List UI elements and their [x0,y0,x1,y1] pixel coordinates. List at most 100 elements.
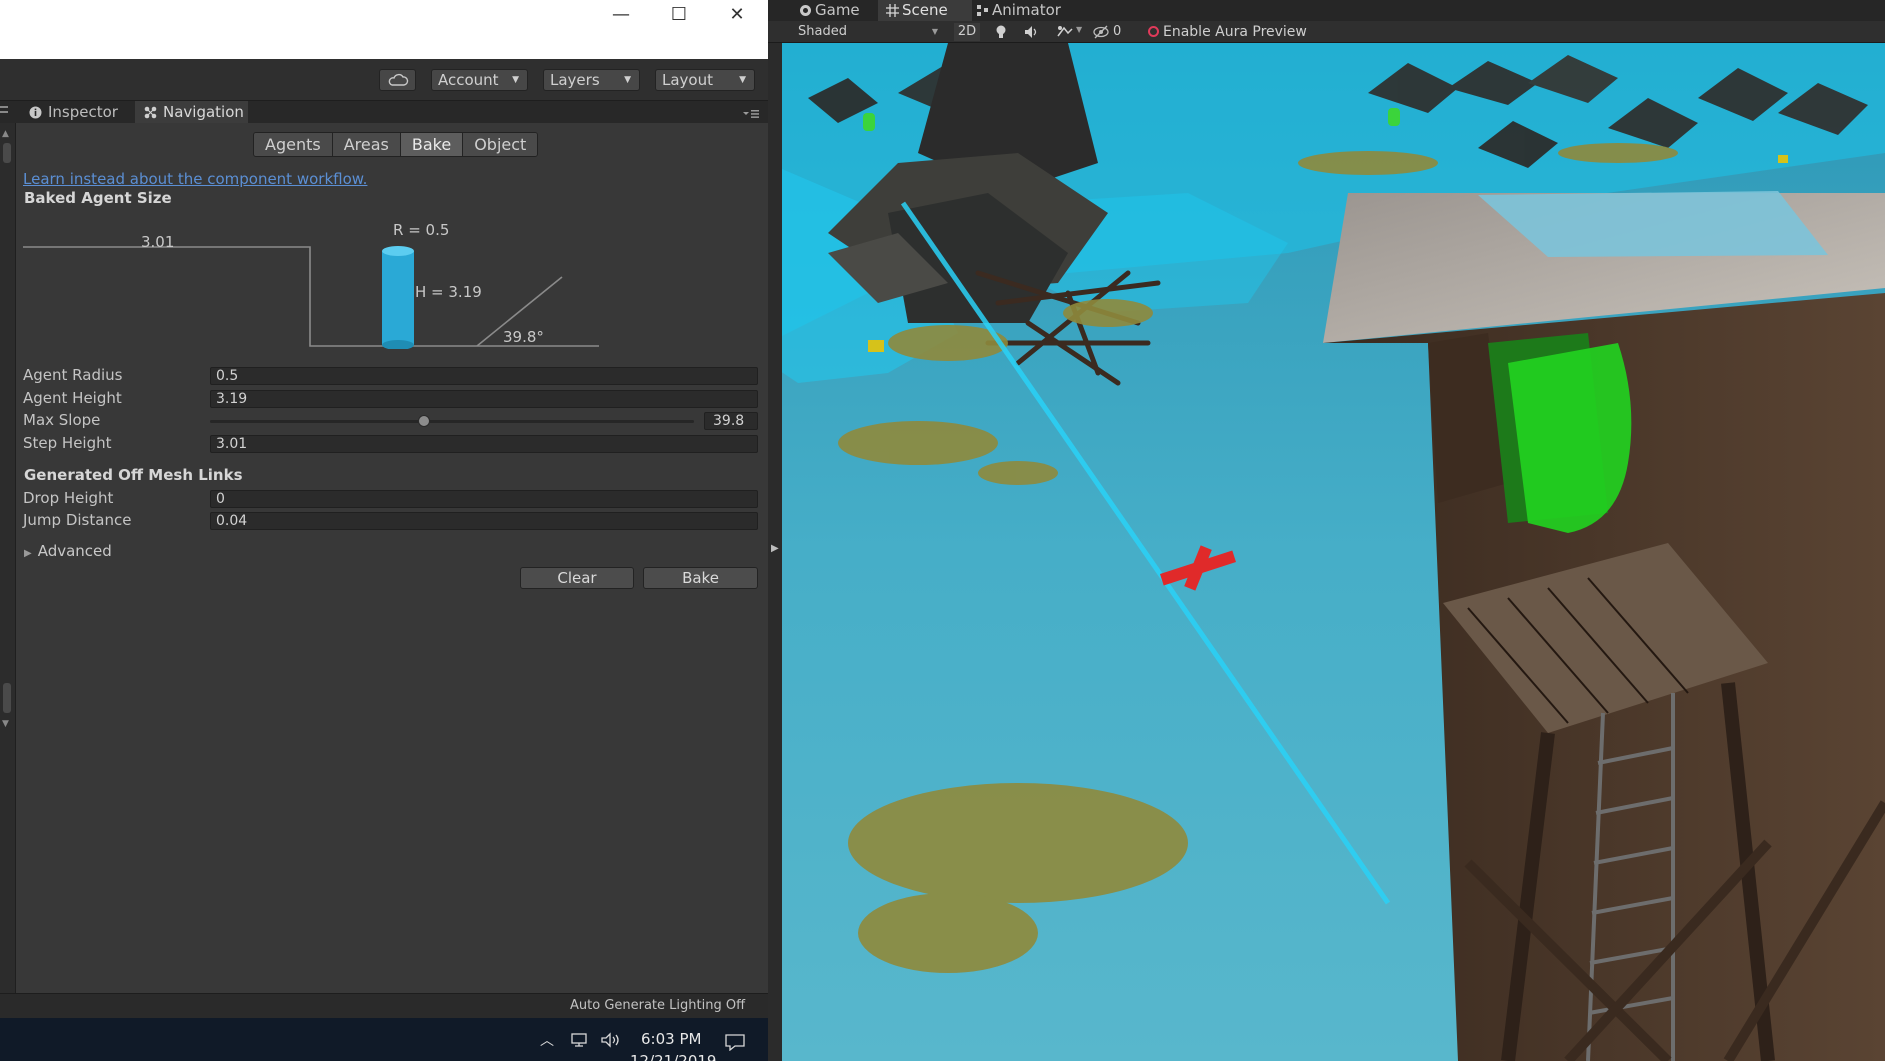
max-slope-label: Max Slope [23,411,101,429]
network-icon[interactable] [570,1032,590,1048]
clock-date[interactable]: 12/21/2019 [630,1052,716,1061]
editor-toolbar: Account ▼ Layers ▼ Layout ▼ [0,59,768,101]
tab-animator[interactable]: Animator [968,0,1078,21]
step-height-field[interactable]: 3.01 [210,435,758,453]
toggle-2d-button[interactable]: 2D [954,23,980,41]
component-workflow-link[interactable]: Learn instead about the component workfl… [23,170,367,188]
status-bar: Auto Generate Lighting Off [0,993,768,1018]
account-label: Account [438,71,499,89]
layout-label: Layout [662,71,713,89]
window-titlebar: — ☐ ✕ [0,0,768,59]
segment-areas[interactable]: Areas [332,133,401,156]
shading-mode-label: Shaded [798,24,847,39]
windows-taskbar: ︿ 6:03 PM 12/21/2019 [0,1018,768,1061]
scene-render [768,43,1885,1061]
scene-viewport[interactable] [768,43,1885,1061]
notifications-icon[interactable] [724,1033,746,1051]
chevron-down-icon: ▼ [931,27,938,36]
agent-cylinder [382,246,414,349]
tab-animator-label: Animator [992,1,1061,19]
advanced-label: Advanced [37,542,112,560]
drop-height-field[interactable]: 0 [210,490,758,508]
offmesh-links-heading: Generated Off Mesh Links [24,466,243,484]
effects-toggle-icon[interactable] [1056,24,1074,40]
tab-game[interactable]: Game [791,0,876,21]
scene-grid-icon [886,4,899,17]
navigation-icon [144,106,157,119]
game-icon [800,5,811,16]
cloud-button[interactable] [379,69,416,91]
layout-dropdown[interactable]: Layout ▼ [655,69,755,91]
scene-toolbar: Shaded ▼ 2D ▼ 0 Enable Aura Preview [768,21,1885,43]
step-height-label: Step Height [23,434,112,452]
close-button[interactable]: ✕ [708,0,766,30]
agent-height-field[interactable]: 3.19 [210,390,758,408]
layers-dropdown[interactable]: Layers ▼ [543,69,640,91]
diagram-height-label: H = 3.19 [415,283,482,301]
diagram-radius-label: R = 0.5 [393,221,450,239]
diagram-step-value: 3.01 [141,233,175,251]
clock-time[interactable]: 6:03 PM [641,1030,701,1048]
baked-agent-size-heading: Baked Agent Size [24,189,172,207]
advanced-foldout[interactable]: ▶ Advanced [24,542,112,560]
tab-inspector-label: Inspector [48,103,118,121]
max-slope-slider-knob[interactable] [417,415,430,427]
tab-scene-label: Scene [902,1,948,19]
minimize-button[interactable]: — [592,0,650,30]
tab-game-label: Game [815,1,860,19]
agent-height-label: Agent Height [23,389,122,407]
aura-icon [1148,26,1159,37]
maximize-button[interactable]: ☐ [650,0,708,30]
nav-mode-segmented: Agents Areas Bake Object [253,132,539,157]
panel-menu-left-icon[interactable] [0,106,8,118]
tray-chevron-icon[interactable]: ︿ [540,1030,554,1050]
shading-mode-dropdown[interactable]: Shaded ▼ [798,23,944,41]
jump-distance-field[interactable]: 0.04 [210,512,758,530]
chevron-down-icon: ▼ [739,75,746,85]
diagram-slope-label: 39.8° [503,328,544,346]
segment-object[interactable]: Object [463,133,538,156]
scroll-up-icon[interactable]: ▲ [2,129,12,139]
left-dock-strip: ▲ ▼ [0,123,16,993]
segment-agents[interactable]: Agents [254,133,333,156]
audio-toggle-icon[interactable] [1023,24,1041,40]
scrollbar-thumb-lower[interactable] [3,683,11,713]
aura-label: Enable Aura Preview [1163,24,1307,40]
scene-tabbar: Game Scene Animator [768,0,1885,21]
chevron-down-icon: ▼ [512,75,519,85]
cloud-icon [388,73,409,86]
clear-button[interactable]: Clear [520,567,634,589]
scroll-down-icon[interactable]: ▼ [2,719,12,729]
layers-label: Layers [550,71,600,89]
tab-navigation-label: Navigation [163,103,244,121]
chevron-down-icon: ▼ [624,75,631,85]
scene-window: Game Scene Animator Shaded ▼ 2D ▼ 0 Enab… [768,0,1885,1061]
agent-radius-label: Agent Radius [23,366,123,384]
aura-preview-toggle[interactable]: Enable Aura Preview [1148,23,1348,41]
scrollbar-thumb[interactable] [3,143,11,163]
navigation-panel: Agents Areas Bake Object Learn instead a… [16,123,768,993]
chevron-right-icon[interactable]: ▶ [771,543,779,554]
hidden-objects-icon[interactable] [1093,25,1109,39]
chevron-down-icon[interactable]: ▼ [1076,25,1082,34]
info-icon [29,106,42,119]
segment-bake[interactable]: Bake [400,133,464,156]
jump-distance-label: Jump Distance [23,511,132,529]
panel-options-icon[interactable] [742,107,760,118]
lighting-toggle-icon[interactable] [993,24,1009,40]
bake-button[interactable]: Bake [643,567,758,589]
max-slope-slider[interactable] [210,420,694,423]
chevron-right-icon: ▶ [24,548,32,559]
tab-inspector[interactable]: Inspector [20,101,132,123]
max-slope-field[interactable]: 39.8 [704,412,758,430]
lighting-status: Auto Generate Lighting Off [570,998,746,1013]
agent-radius-field[interactable]: 0.5 [210,367,758,385]
panel-tabbar: Inspector Navigation [0,101,768,123]
scene-left-edge: ▶ [768,43,782,1061]
drop-height-label: Drop Height [23,489,114,507]
hidden-objects-count: 0 [1113,24,1122,39]
account-dropdown[interactable]: Account ▼ [431,69,528,91]
tab-navigation[interactable]: Navigation [135,101,248,123]
tab-scene[interactable]: Scene [878,0,972,21]
volume-icon[interactable] [600,1032,622,1048]
